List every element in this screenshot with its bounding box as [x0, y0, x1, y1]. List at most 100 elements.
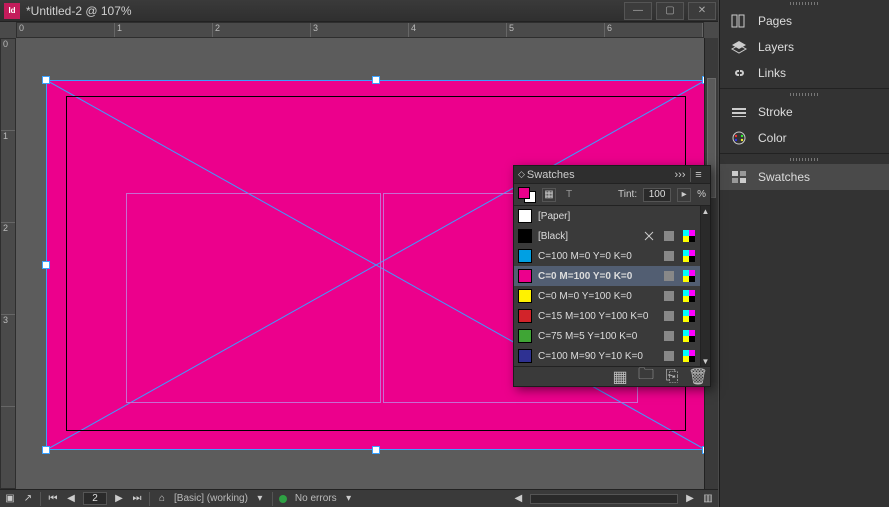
swatch-row[interactable]: C=75 M=5 Y=100 K=0: [514, 326, 700, 346]
swatch-scrollbar[interactable]: ▲ ▼: [700, 206, 710, 366]
maximize-button[interactable]: ▢: [656, 2, 684, 20]
cmyk-icon: [682, 349, 696, 363]
horizontal-ruler[interactable]: 0123456: [16, 22, 704, 38]
show-options-icon[interactable]: ▦: [612, 370, 628, 384]
panel-item-label: Swatches: [758, 170, 810, 184]
swatch-label: [Black]: [538, 231, 636, 242]
panel-grip[interactable]: [720, 91, 889, 99]
tint-label: Tint:: [618, 189, 637, 200]
hscroll-right[interactable]: ▶: [684, 493, 696, 505]
swatch-chip: [518, 289, 532, 303]
swatches-panel-header[interactable]: ◇ Swatches ››› ≡: [514, 166, 710, 184]
pages-icon: [730, 14, 748, 28]
swatch-chip: [518, 249, 532, 263]
swatch-row[interactable]: C=0 M=0 Y=100 K=0: [514, 286, 700, 306]
swatch-chip: [518, 209, 532, 223]
panel-expand-icon[interactable]: ›››: [672, 168, 688, 182]
swatches-footer: ▦ 🗀 ⎘ 🗑: [514, 366, 710, 386]
cmyk-icon: [682, 309, 696, 323]
panel-item-label: Pages: [758, 14, 792, 28]
sel-handle-ml[interactable]: [42, 261, 50, 269]
color-mode-icon: [662, 269, 676, 283]
panel-item-swatches[interactable]: Swatches: [720, 164, 889, 190]
swatch-label: C=0 M=0 Y=100 K=0: [538, 291, 656, 302]
horizontal-scrollbar[interactable]: [530, 494, 678, 504]
preset-label[interactable]: [Basic] (working): [174, 493, 248, 504]
swatch-label: C=100 M=0 Y=0 K=0: [538, 251, 656, 262]
panel-grip[interactable]: [720, 0, 889, 8]
swatch-chip: [518, 329, 532, 343]
color-mode-icon: [662, 249, 676, 263]
errors-dropdown[interactable]: ▾: [343, 493, 355, 505]
delete-swatch-icon[interactable]: 🗑: [690, 370, 706, 384]
page-number-field[interactable]: 2: [83, 492, 107, 505]
tint-input[interactable]: [643, 188, 671, 202]
formatting-container-button[interactable]: ▦: [542, 188, 556, 202]
sel-handle-bl[interactable]: [42, 446, 50, 454]
sel-handle-bm[interactable]: [372, 446, 380, 454]
swatch-chip: [518, 269, 532, 283]
panel-grip[interactable]: [720, 156, 889, 164]
panel-item-links[interactable]: Links: [720, 60, 889, 86]
preset-icon[interactable]: ⌂: [156, 493, 168, 505]
swatch-row[interactable]: C=15 M=100 Y=100 K=0: [514, 306, 700, 326]
first-page-button[interactable]: ⏮: [47, 493, 59, 505]
new-folder-icon[interactable]: 🗀: [638, 370, 654, 384]
swatch-label: C=0 M=100 Y=0 K=0: [538, 271, 656, 282]
panel-item-label: Links: [758, 66, 786, 80]
swatches-panel[interactable]: ◇ Swatches ››› ≡ ▦ T Tint: ▸ % [Paper] [B…: [513, 165, 711, 387]
swatch-row[interactable]: [Paper]: [514, 206, 700, 226]
vertical-ruler[interactable]: 0123: [0, 38, 16, 489]
fill-stroke-proxy[interactable]: [518, 187, 536, 203]
hscroll-left[interactable]: ◀: [512, 493, 524, 505]
tint-slider-button[interactable]: ▸: [677, 188, 691, 202]
preflight-icon[interactable]: ▣: [4, 493, 16, 505]
preset-dropdown[interactable]: ▾: [254, 493, 266, 505]
swatch-list[interactable]: [Paper] [Black] C=100 M=0 Y=0 K=0 C=0 M=100…: [514, 206, 700, 366]
status-bar: ▣ ↗ ⏮ ◀ 2 ▶ ⏭ ⌂ [Basic] (working) ▾ No e…: [0, 489, 718, 507]
panel-item-layers[interactable]: Layers: [720, 34, 889, 60]
scroll-down-icon[interactable]: ▼: [701, 356, 710, 366]
panel-item-color[interactable]: Color: [720, 125, 889, 151]
new-swatch-icon[interactable]: ⎘: [664, 370, 680, 384]
cmyk-icon: [682, 229, 696, 243]
view-split-icon[interactable]: ▥: [702, 493, 714, 505]
panel-menu-icon[interactable]: ≡: [690, 168, 706, 182]
cmyk-icon: [682, 329, 696, 343]
swatch-label: [Paper]: [538, 211, 696, 222]
swatch-row[interactable]: [Black]: [514, 226, 700, 246]
window-title: *Untitled-2 @ 107%: [26, 4, 132, 18]
cmyk-icon: [682, 249, 696, 263]
sel-handle-tm[interactable]: [372, 76, 380, 84]
layers-icon: [730, 40, 748, 54]
formatting-text-button[interactable]: T: [562, 188, 576, 202]
swatch-row[interactable]: C=100 M=90 Y=10 K=0: [514, 346, 700, 366]
swatch-label: C=15 M=100 Y=100 K=0: [538, 311, 656, 322]
close-button[interactable]: ✕: [688, 2, 716, 20]
minimize-button[interactable]: —: [624, 2, 652, 20]
export-icon[interactable]: ↗: [22, 493, 34, 505]
swatch-chip: [518, 349, 532, 363]
next-page-button[interactable]: ▶: [113, 493, 125, 505]
panel-item-pages[interactable]: Pages: [720, 8, 889, 34]
prev-page-button[interactable]: ◀: [65, 493, 77, 505]
swatches-panel-title: Swatches: [527, 169, 575, 181]
panel-item-stroke[interactable]: Stroke: [720, 99, 889, 125]
titlebar[interactable]: Id *Untitled-2 @ 107% — ▢ ✕: [0, 0, 718, 22]
tint-unit: %: [697, 189, 706, 200]
swatch-row[interactable]: C=100 M=0 Y=0 K=0: [514, 246, 700, 266]
no-errors-dot: [279, 495, 287, 503]
collapse-icon[interactable]: ◇: [518, 169, 525, 180]
swatch-row[interactable]: C=0 M=100 Y=0 K=0: [514, 266, 700, 286]
lock-icon: [642, 229, 656, 243]
last-page-button[interactable]: ⏭: [131, 493, 143, 505]
sel-handle-tl[interactable]: [42, 76, 50, 84]
swatch-label: C=75 M=5 Y=100 K=0: [538, 331, 656, 342]
stroke-icon: [730, 105, 748, 119]
cmyk-icon: [682, 289, 696, 303]
swatch-chip: [518, 309, 532, 323]
scroll-up-icon[interactable]: ▲: [701, 206, 710, 216]
color-mode-icon: [662, 329, 676, 343]
errors-label[interactable]: No errors: [295, 493, 337, 504]
swatches-toolbar: ▦ T Tint: ▸ %: [514, 184, 710, 206]
